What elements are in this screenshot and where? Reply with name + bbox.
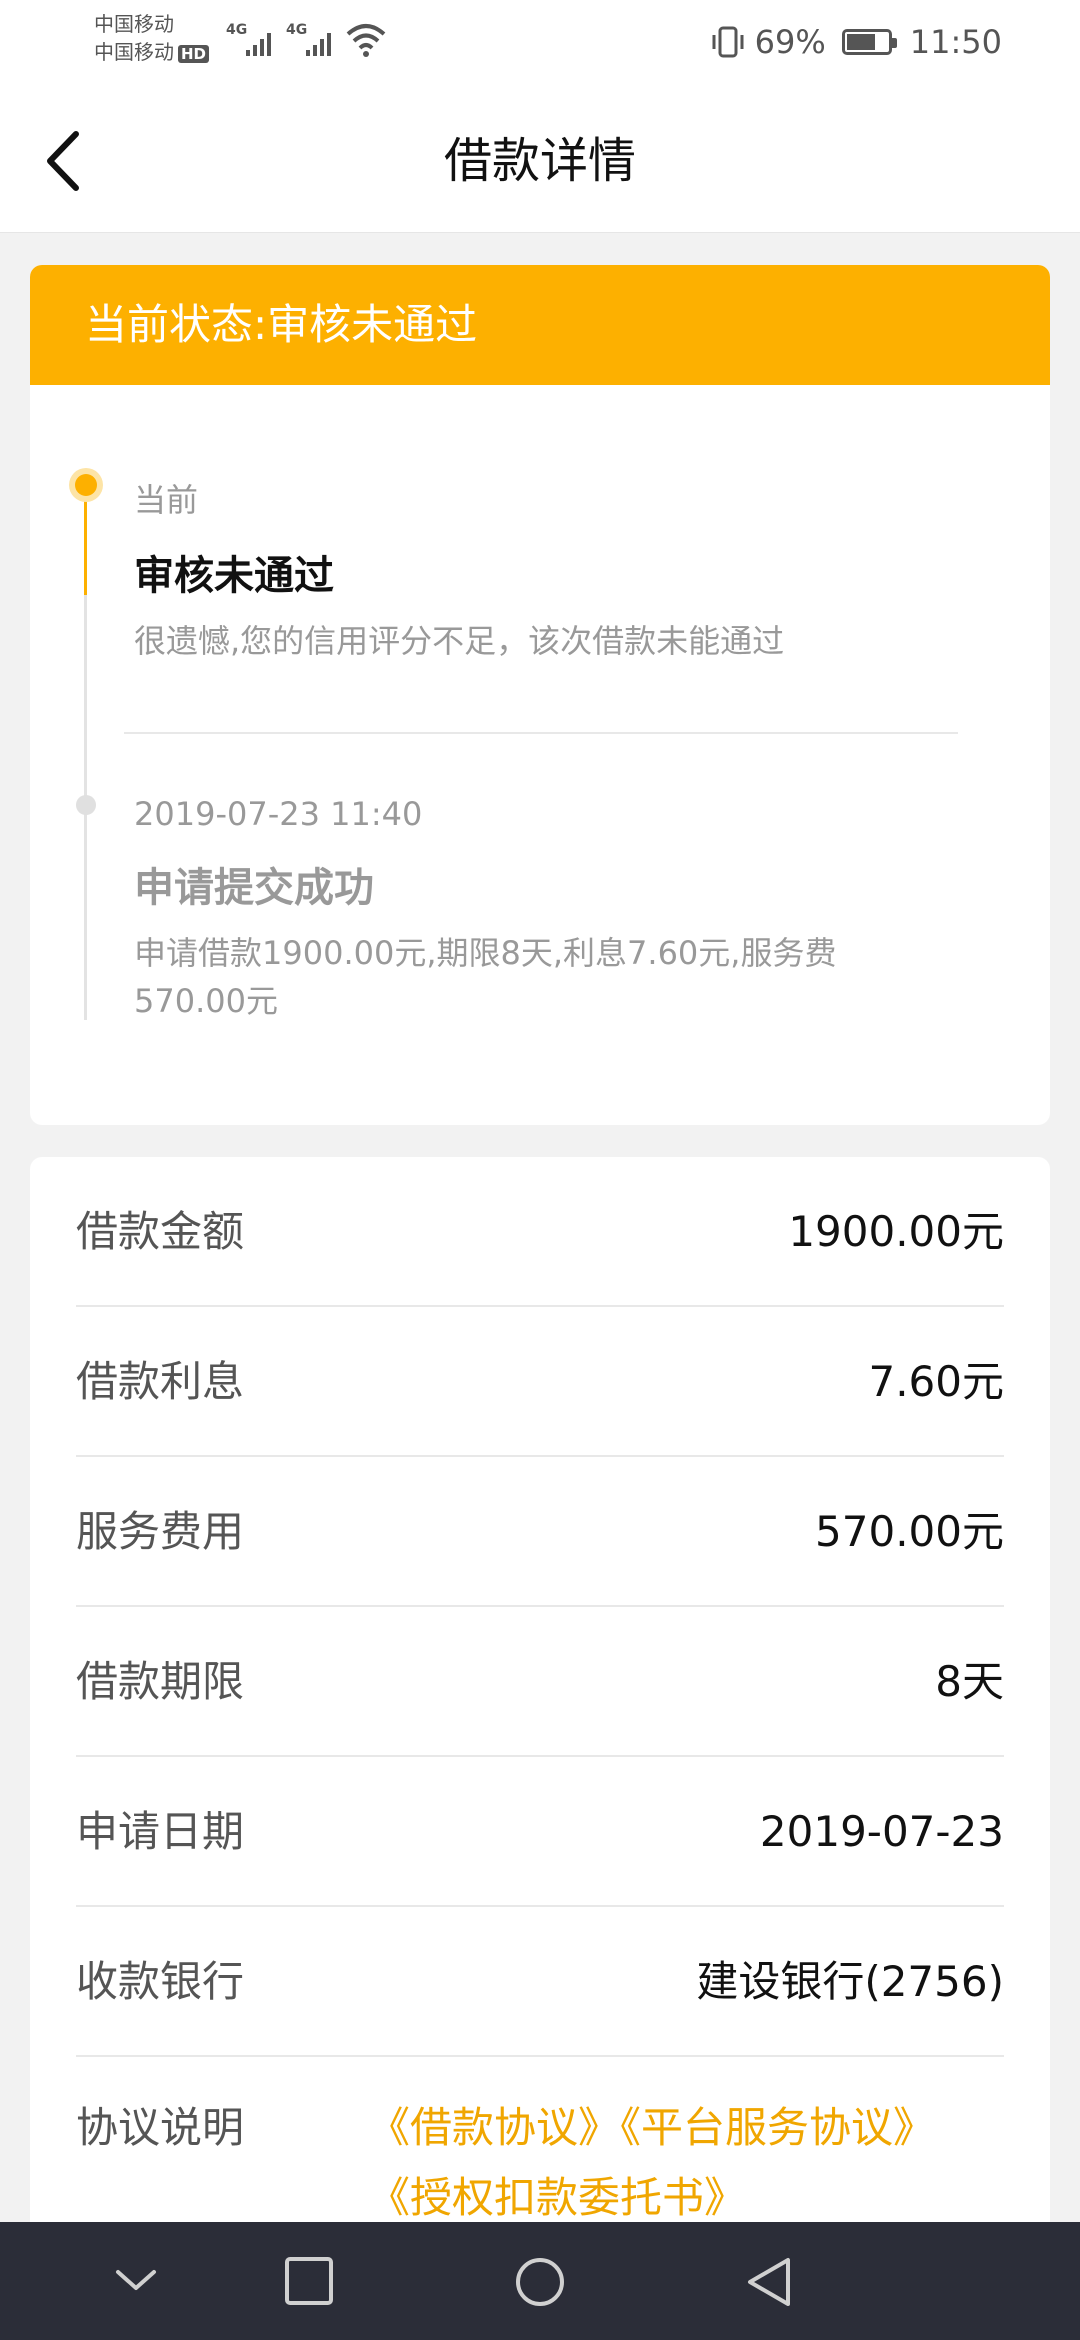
timeline-item: 2019-07-23 11:40 申请提交成功 申请借款1900.00元,期限8…: [134, 795, 934, 1025]
vibrate-icon: [712, 26, 744, 58]
timeline-desc: 申请借款1900.00元,期限8天,利息7.60元,服务费570.00元: [134, 934, 837, 1020]
detail-row-amount: 借款金额 1900.00元: [76, 1157, 1004, 1307]
debit-authorization-link[interactable]: 《授权扣款委托书》: [368, 2173, 746, 2222]
status-banner: 当前状态:审核未通过: [30, 265, 1050, 385]
detail-value: 8天: [935, 1657, 1004, 1706]
timeline-label: 当前: [134, 481, 199, 519]
carrier-name-1: 中国移动: [94, 12, 174, 36]
recent-apps-icon[interactable]: [284, 2256, 334, 2306]
detail-row-interest: 借款利息 7.60元: [76, 1307, 1004, 1457]
detail-label: 收款银行: [76, 1957, 245, 2006]
detail-row-term: 借款期限 8天: [76, 1607, 1004, 1757]
app-header: 借款详情: [0, 86, 1080, 233]
detail-label: 服务费用: [76, 1507, 245, 1556]
agreement-label: 协议说明: [76, 2103, 245, 2152]
wifi-icon: [346, 24, 386, 57]
timeline-dot: [76, 795, 96, 815]
loan-details-card: 借款金额 1900.00元 借款利息 7.60元 服务费用 570.00元 借款…: [30, 1157, 1050, 2257]
detail-row-apply-date: 申请日期 2019-07-23: [76, 1757, 1004, 1907]
detail-value: 1900.00元: [788, 1207, 1004, 1256]
svg-text:4G: 4G: [226, 22, 247, 38]
signal-icon-2: 4G: [286, 22, 331, 56]
detail-value: 2019-07-23: [759, 1807, 1004, 1856]
detail-value: 建设银行(2756): [696, 1957, 1004, 2006]
timeline-date: 2019-07-23 11:40: [134, 795, 423, 833]
detail-value: 570.00元: [815, 1507, 1004, 1556]
page-title: 借款详情: [443, 133, 636, 189]
home-icon[interactable]: [514, 2256, 566, 2308]
timeline-item-current: 当前 审核未通过 很遗憾,您的信用评分不足，该次借款未能通过: [134, 475, 784, 665]
detail-label: 申请日期: [76, 1807, 245, 1856]
agreement-links: 《借款协议》《平台服务协议》 《授权扣款委托书》: [368, 2093, 988, 2233]
detail-label: 借款利息: [76, 1357, 245, 1406]
status-bar: 中国移动 中国移动 HD 4G 4G 69% 11:50: [0, 0, 1080, 86]
hd-badge: HD: [178, 45, 210, 63]
carrier-name-2: 中国移动 HD: [94, 38, 210, 66]
detail-row-bank: 收款银行 建设银行(2756): [76, 1907, 1004, 2057]
detail-label: 借款金额: [76, 1207, 245, 1256]
timeline-dot-current: [75, 474, 97, 496]
detail-value: 7.60元: [868, 1357, 1004, 1406]
timeline-title: 审核未通过: [134, 553, 334, 599]
back-nav-icon[interactable]: [744, 2256, 794, 2308]
hide-nav-icon[interactable]: [114, 2256, 158, 2306]
detail-row-service-fee: 服务费用 570.00元: [76, 1457, 1004, 1607]
timeline-divider: [124, 732, 958, 734]
status-card: 当前状态:审核未通过 当前 审核未通过 很遗憾,您的信用评分不足，该次借款未能通…: [30, 265, 1050, 1125]
svg-text:4G: 4G: [286, 22, 307, 38]
signal-icon: 4G: [226, 22, 271, 56]
timeline-desc: 很遗憾,您的信用评分不足，该次借款未能通过: [134, 622, 785, 660]
timeline-line-active: [84, 483, 87, 595]
timeline-title: 申请提交成功: [134, 865, 374, 911]
platform-service-agreement-link[interactable]: 《平台服务协议》: [620, 2103, 935, 2152]
loan-agreement-link[interactable]: 《借款协议》: [368, 2103, 620, 2152]
carrier-info: 中国移动 中国移动 HD: [94, 10, 210, 66]
battery-icon: [841, 29, 897, 55]
clock: 11:50: [909, 23, 1002, 61]
detail-label: 借款期限: [76, 1657, 245, 1706]
battery-percent: 69%: [754, 23, 826, 61]
system-nav-bar: [0, 2222, 1080, 2340]
